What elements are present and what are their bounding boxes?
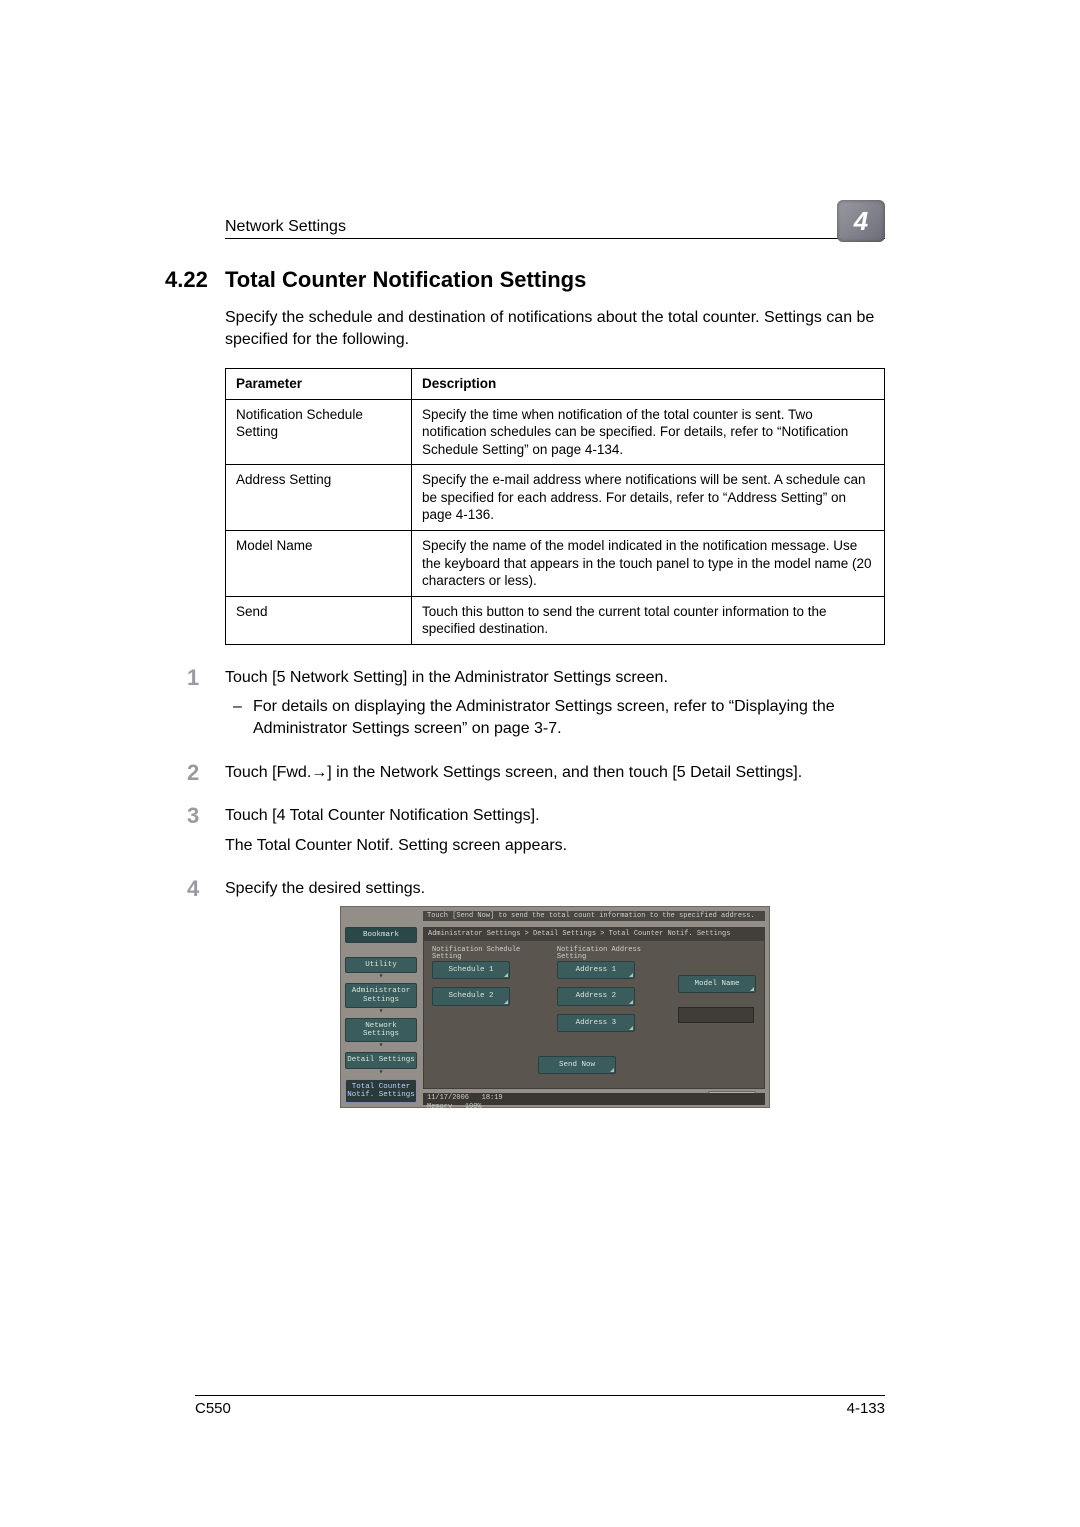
parameter-table: Parameter Description Notification Sched…: [225, 368, 885, 645]
panel-breadcrumb: Administrator Settings > Detail Settings…: [424, 928, 764, 941]
chevron-down-icon: ▾: [345, 973, 417, 981]
step-text: Touch [4 Total Counter Notification Sett…: [225, 807, 540, 824]
step-number: 4: [187, 874, 199, 904]
model-name-button[interactable]: Model Name: [678, 975, 756, 993]
table-header-description: Description: [412, 369, 885, 400]
bookmark-button[interactable]: Bookmark: [345, 927, 417, 943]
panel-status-bar: 11/17/2006 18:19 Memory 100%: [423, 1093, 765, 1105]
address-column-label: Notification Address Setting: [557, 947, 662, 961]
status-memory-value: 100%: [465, 1103, 482, 1111]
panel-message-bar: Touch [Send Now] to send the total count…: [423, 911, 765, 921]
schedule-column: Notification Schedule Setting Schedule 1…: [432, 947, 541, 1039]
param-desc: Touch this button to send the current to…: [412, 596, 885, 644]
footer-page-number: 4-133: [847, 1400, 885, 1417]
step: 2 Touch [Fwd.→] in the Network Settings …: [187, 762, 885, 784]
running-header: Network Settings 4: [225, 200, 885, 239]
section-heading: 4.22Total Counter Notification Settings: [165, 267, 885, 293]
step: 4 Specify the desired settings. Touch [S…: [187, 878, 885, 1108]
step-number: 3: [187, 801, 199, 831]
section-title: Total Counter Notification Settings: [225, 267, 586, 292]
detail-settings-button[interactable]: Detail Settings: [345, 1052, 417, 1068]
panel-left-nav: Bookmark Utility ▾ Administrator Setting…: [345, 927, 417, 1103]
total-counter-notif-button[interactable]: Total Counter Notif. Settings: [345, 1079, 417, 1104]
param-name: Address Setting: [226, 465, 412, 531]
chapter-number-badge: 4: [837, 200, 885, 242]
section-number: 4.22: [165, 267, 225, 293]
model-name-input[interactable]: [678, 1007, 754, 1023]
address-column: Notification Address Setting Address 1 A…: [557, 947, 662, 1039]
table-row: Notification Schedule Setting Specify th…: [226, 399, 885, 465]
send-now-button[interactable]: Send Now: [538, 1056, 616, 1074]
chevron-down-icon: ▾: [345, 1008, 417, 1016]
address-2-button[interactable]: Address 2: [557, 987, 635, 1005]
table-header-parameter: Parameter: [226, 369, 412, 400]
param-desc: Specify the time when notification of th…: [412, 399, 885, 465]
schedule-column-label: Notification Schedule Setting: [432, 947, 541, 961]
page-footer: C550 4-133: [195, 1395, 885, 1417]
chevron-down-icon: ▾: [345, 1042, 417, 1050]
network-settings-button[interactable]: Network Settings: [345, 1018, 417, 1043]
model-name-column: Model Name: [678, 947, 756, 1039]
step-number: 1: [187, 663, 199, 693]
admin-settings-button[interactable]: Administrator Settings: [345, 983, 417, 1008]
table-row: Send Touch this button to send the curre…: [226, 596, 885, 644]
chevron-down-icon: ▾: [345, 1069, 417, 1077]
procedure-steps: 1 Touch [5 Network Setting] in the Admin…: [225, 667, 885, 1108]
address-1-button[interactable]: Address 1: [557, 961, 635, 979]
param-name: Model Name: [226, 531, 412, 597]
step-result: The Total Counter Notif. Setting screen …: [225, 835, 885, 857]
step-text: Touch [Fwd.→] in the Network Settings sc…: [225, 764, 802, 781]
header-section-title: Network Settings: [225, 218, 346, 236]
param-desc: Specify the name of the model indicated …: [412, 531, 885, 597]
step-text: Touch [5 Network Setting] in the Adminis…: [225, 669, 668, 686]
panel-main: Administrator Settings > Detail Settings…: [423, 927, 765, 1089]
section-intro: Specify the schedule and destination of …: [225, 307, 885, 350]
schedule-1-button[interactable]: Schedule 1: [432, 961, 510, 979]
step-substep: For details on displaying the Administra…: [225, 696, 885, 739]
schedule-2-button[interactable]: Schedule 2: [432, 987, 510, 1005]
param-name: Notification Schedule Setting: [226, 399, 412, 465]
step: 1 Touch [5 Network Setting] in the Admin…: [187, 667, 885, 740]
status-memory-label: Memory: [427, 1103, 452, 1111]
step: 3 Touch [4 Total Counter Notification Se…: [187, 805, 885, 856]
param-desc: Specify the e-mail address where notific…: [412, 465, 885, 531]
table-row: Address Setting Specify the e-mail addre…: [226, 465, 885, 531]
step-text: Specify the desired settings.: [225, 880, 425, 897]
status-time: 18:19: [482, 1094, 503, 1102]
touch-panel-screenshot: Touch [Send Now] to send the total count…: [340, 906, 770, 1108]
footer-model: C550: [195, 1400, 231, 1417]
address-3-button[interactable]: Address 3: [557, 1014, 635, 1032]
utility-button[interactable]: Utility: [345, 957, 417, 973]
param-name: Send: [226, 596, 412, 644]
table-row: Model Name Specify the name of the model…: [226, 531, 885, 597]
step-number: 2: [187, 758, 199, 788]
status-date: 11/17/2006: [427, 1094, 469, 1102]
